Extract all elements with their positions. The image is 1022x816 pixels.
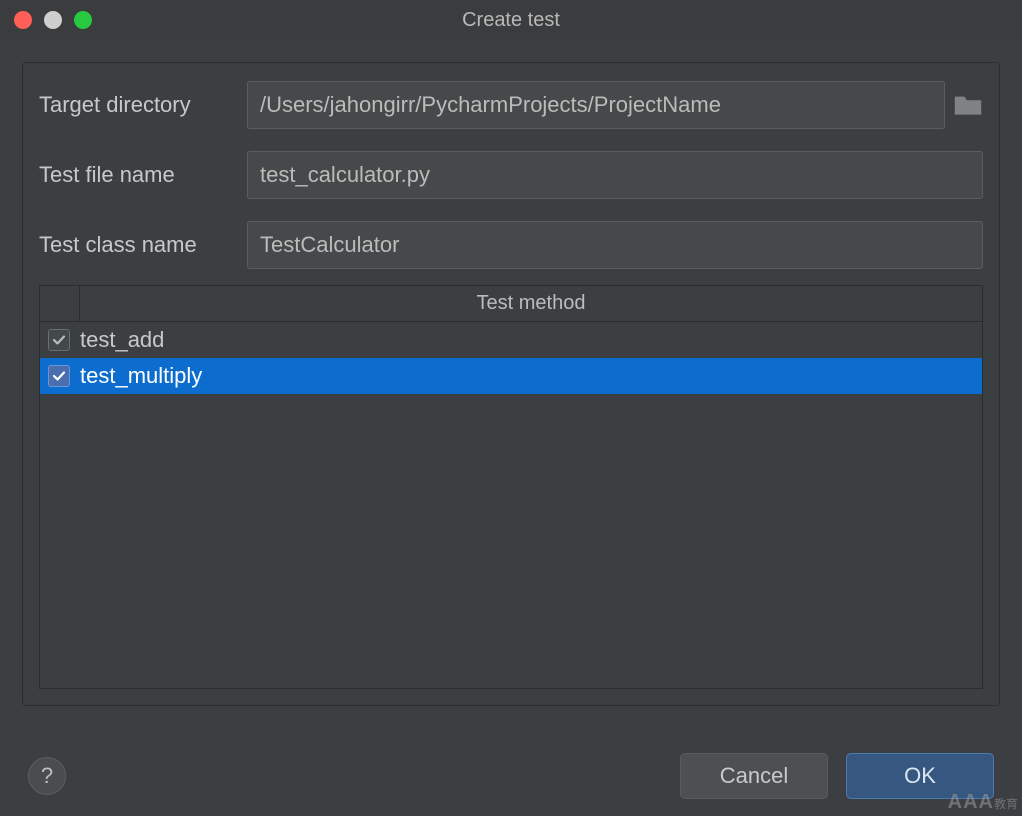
target-directory-row: Target directory <box>39 81 983 129</box>
dialog-footer: ? Cancel OK <box>0 736 1022 816</box>
row-checkbox[interactable] <box>48 329 70 351</box>
table-body: test_add test_multiply <box>40 322 982 394</box>
close-window-button[interactable] <box>14 11 32 29</box>
target-directory-input[interactable] <box>247 81 945 129</box>
ok-button[interactable]: OK <box>846 753 994 799</box>
titlebar: Create test <box>0 0 1022 40</box>
dialog-content: Target directory Test file name Test cla… <box>0 40 1022 706</box>
window-title: Create test <box>462 9 560 32</box>
test-file-label: Test file name <box>39 162 239 188</box>
table-header-checkbox-col <box>40 286 80 321</box>
table-header-method: Test method <box>80 286 982 321</box>
zoom-window-button[interactable] <box>74 11 92 29</box>
table-row[interactable]: test_multiply <box>40 358 982 394</box>
browse-folder-icon[interactable] <box>953 93 983 117</box>
window-controls <box>14 11 92 29</box>
target-directory-label: Target directory <box>39 92 239 118</box>
test-method-table: Test method test_add test_multiply <box>39 285 983 689</box>
table-header: Test method <box>40 286 982 322</box>
help-button[interactable]: ? <box>28 757 66 795</box>
minimize-window-button[interactable] <box>44 11 62 29</box>
test-file-input[interactable] <box>247 151 983 199</box>
form-panel: Target directory Test file name Test cla… <box>22 62 1000 706</box>
row-label: test_multiply <box>80 363 202 389</box>
row-checkbox[interactable] <box>48 365 70 387</box>
table-row[interactable]: test_add <box>40 322 982 358</box>
cancel-button[interactable]: Cancel <box>680 753 828 799</box>
test-class-input[interactable] <box>247 221 983 269</box>
row-label: test_add <box>80 327 164 353</box>
test-class-label: Test class name <box>39 232 239 258</box>
test-file-row: Test file name <box>39 151 983 199</box>
test-class-row: Test class name <box>39 221 983 269</box>
